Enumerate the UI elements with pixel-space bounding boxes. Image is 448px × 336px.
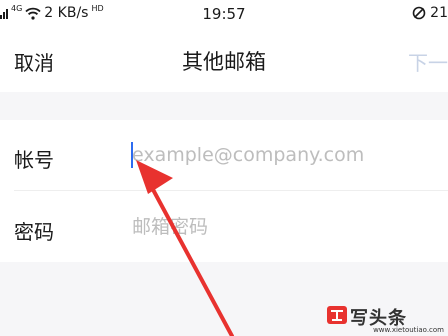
do-not-disturb-icon [412, 6, 426, 20]
account-row: 帐号 [0, 120, 448, 190]
battery-level: 21 [430, 5, 448, 21]
account-form: 帐号 密码 [0, 120, 448, 262]
row-divider [14, 190, 448, 191]
password-row: 密码 [0, 192, 448, 262]
page-title: 其他邮箱 [182, 50, 266, 74]
watermark-logo-icon [327, 306, 347, 324]
status-time: 19:57 [202, 5, 246, 23]
status-right: 21 [412, 5, 448, 21]
account-label: 帐号 [14, 148, 54, 172]
next-button[interactable]: 下一 [408, 47, 448, 76]
password-input[interactable] [132, 210, 432, 244]
password-label: 密码 [14, 220, 54, 244]
watermark-url: www.xietoutiao.com [373, 326, 444, 334]
status-bar: 4G 2 KB/s HD 19:57 21 [0, 0, 448, 30]
nav-bar: 取消 其他邮箱 下一 [0, 30, 448, 92]
watermark: 写头条 www.xietoutiao.com [326, 302, 444, 334]
email-setup-screen: 4G 2 KB/s HD 19:57 21 取消 其他邮箱 下一 帐号 exam… [0, 0, 448, 336]
account-input[interactable] [132, 138, 432, 172]
